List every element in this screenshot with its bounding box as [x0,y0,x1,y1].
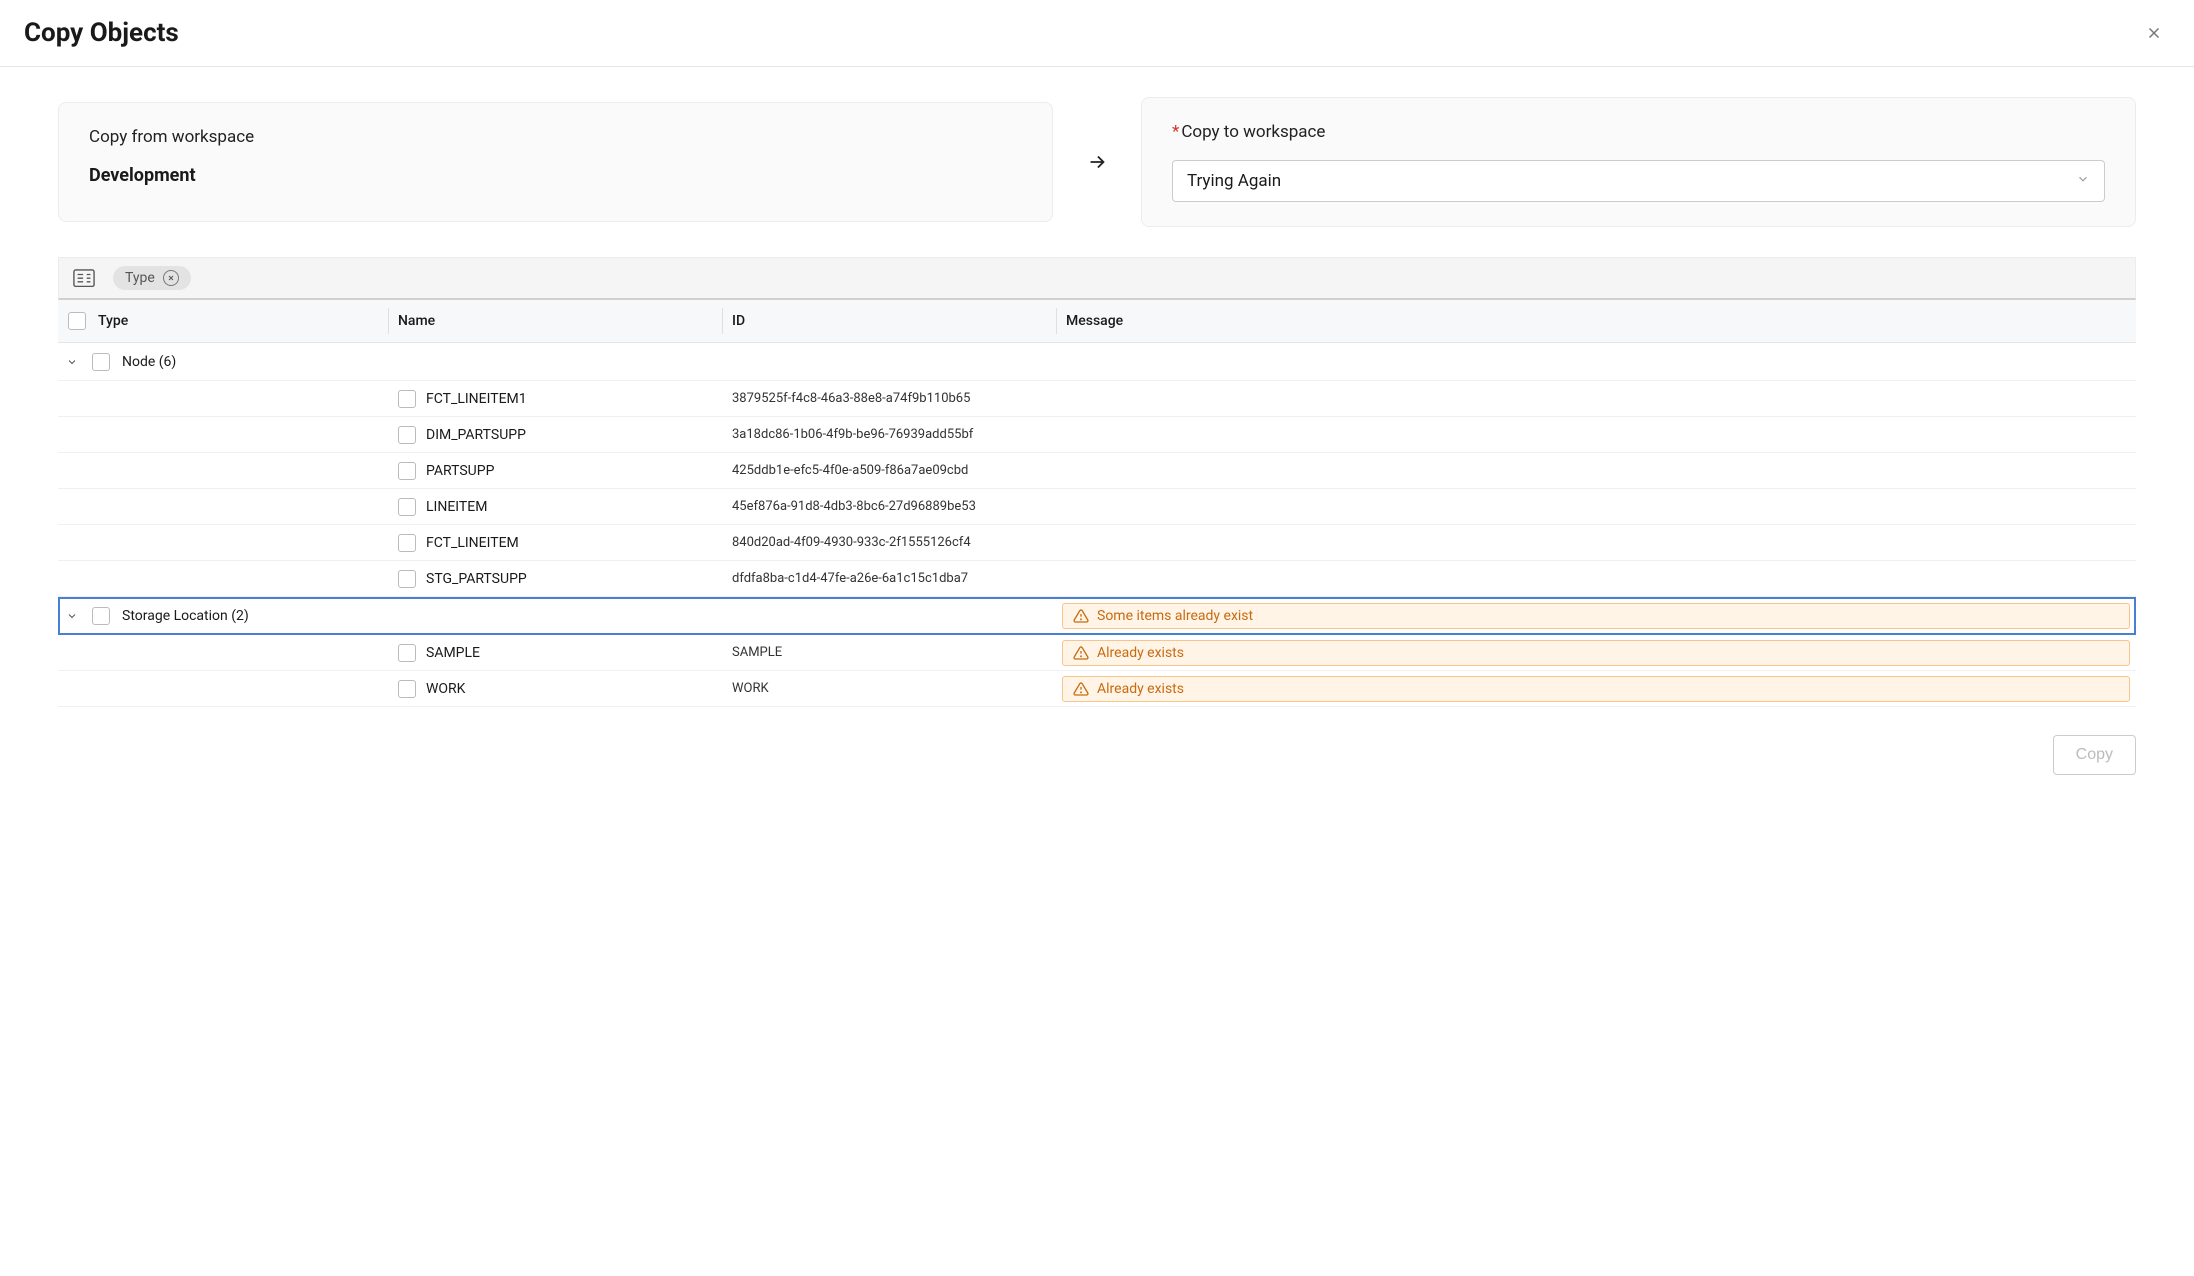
copy-to-panel: Copy to workspace Trying Again [1141,97,2136,227]
warning-text: Some items already exist [1097,608,1253,624]
dialog-body: Copy from workspace Development Copy to … [0,67,2194,707]
close-button[interactable] [2142,21,2166,45]
dialog-header: Copy Objects [0,0,2194,67]
row-name: DIM_PARTSUPP [426,427,526,443]
row-name-cell: LINEITEM [388,492,722,522]
group-type-cell: Node (6) [58,345,388,379]
select-all-checkbox[interactable] [68,312,86,330]
row-checkbox[interactable] [398,534,416,552]
copy-to-label: Copy to workspace [1172,122,2105,142]
row-id: 3a18dc86-1b06-4f9b-be96-76939add55bf [722,421,1056,448]
table-row: PARTSUPP 425ddb1e-efc5-4f0e-a509-f86a7ae0… [58,453,2136,489]
column-message: Message [1056,300,2136,342]
row-name: STG_PARTSUPP [426,571,527,587]
table-header: Type Name ID Message [58,300,2136,343]
table-row: SAMPLE SAMPLE Already exists [58,635,2136,671]
row-message-cell [1056,539,2136,547]
row-id: 425ddb1e-efc5-4f0e-a509-f86a7ae09cbd [722,457,1056,484]
row-name: FCT_LINEITEM [426,535,519,551]
warning-text: Already exists [1097,645,1184,661]
row-checkbox[interactable] [398,426,416,444]
row-message-cell [1056,467,2136,475]
row-checkbox[interactable] [398,644,416,662]
warning-badge: Already exists [1062,640,2130,666]
row-message-cell: Already exists [1056,636,2136,670]
chevron-down-icon [2076,171,2090,191]
filter-chip-remove[interactable] [163,270,179,286]
group-row[interactable]: Node (6) [58,343,2136,381]
arrow-icon [1077,151,1117,173]
row-name-cell: FCT_LINEITEM [388,528,722,558]
table-body: Node (6) FCT_LINEITEM1 3879525f-f4c8-46a3-… [58,343,2136,707]
group-message-cell: Some items already exist [1056,599,2136,633]
close-icon [2145,24,2163,42]
table-row: LINEITEM 45ef876a-91d8-4db3-8bc6-27d96889… [58,489,2136,525]
row-name: LINEITEM [426,499,487,515]
row-name-cell: PARTSUPP [388,456,722,486]
expand-caret-icon[interactable] [64,608,80,624]
row-checkbox[interactable] [398,462,416,480]
row-message-cell [1056,503,2136,511]
row-message-cell [1056,395,2136,403]
group-row[interactable]: Storage Location (2) Some items already e… [58,597,2136,635]
row-id: 45ef876a-91d8-4db3-8bc6-27d96889be53 [722,493,1056,520]
row-checkbox[interactable] [398,570,416,588]
warning-badge: Already exists [1062,676,2130,702]
row-name: WORK [426,681,465,697]
expand-caret-icon[interactable] [64,354,80,370]
workspace-row: Copy from workspace Development Copy to … [58,97,2136,227]
row-name-cell: STG_PARTSUPP [388,564,722,594]
copy-button[interactable]: Copy [2053,735,2136,775]
filter-list-icon[interactable] [73,269,95,287]
row-id: 3879525f-f4c8-46a3-88e8-a74f9b110b65 [722,385,1056,412]
row-id: SAMPLE [722,639,1056,666]
filter-chip-type[interactable]: Type [113,266,191,290]
row-name: PARTSUPP [426,463,494,479]
column-type-label: Type [98,313,128,329]
row-id: 840d20ad-4f09-4930-933c-2f1555126cf4 [722,529,1056,556]
copy-from-label: Copy from workspace [89,127,1022,147]
filter-bar: Type [58,257,2136,300]
table-row: FCT_LINEITEM 840d20ad-4f09-4930-933c-2f15… [58,525,2136,561]
warning-text: Already exists [1097,681,1184,697]
row-id: WORK [722,675,1056,702]
group-message-cell [1056,358,2136,366]
row-message-cell: Already exists [1056,672,2136,706]
row-name: FCT_LINEITEM1 [426,391,527,407]
table-row: WORK WORK Already exists [58,671,2136,707]
warning-badge: Some items already exist [1062,603,2130,629]
row-checkbox[interactable] [398,390,416,408]
filter-chip-label: Type [125,270,155,286]
row-name-cell: WORK [388,674,722,704]
dialog-title: Copy Objects [24,18,179,48]
row-message-cell [1056,575,2136,583]
table-row: DIM_PARTSUPP 3a18dc86-1b06-4f9b-be96-7693… [58,417,2136,453]
table-row: STG_PARTSUPP dfdfa8ba-c1d4-47fe-a26e-6a1c… [58,561,2136,597]
row-name-cell: DIM_PARTSUPP [388,420,722,450]
column-name: Name [388,300,722,342]
row-name-cell: SAMPLE [388,638,722,668]
copy-to-select[interactable]: Trying Again [1172,160,2105,202]
row-name: SAMPLE [426,645,480,661]
column-id: ID [722,300,1056,342]
copy-to-select-value: Trying Again [1187,171,1281,191]
row-checkbox[interactable] [398,498,416,516]
row-checkbox[interactable] [398,680,416,698]
group-type-cell: Storage Location (2) [58,599,388,633]
row-id: dfdfa8ba-c1d4-47fe-a26e-6a1c15c1dba7 [722,565,1056,592]
group-label: Storage Location (2) [122,608,249,624]
row-name-cell: FCT_LINEITEM1 [388,384,722,414]
group-label: Node (6) [122,354,176,370]
row-message-cell [1056,431,2136,439]
dialog-footer: Copy [0,707,2194,809]
copy-from-panel: Copy from workspace Development [58,102,1053,222]
column-type: Type [58,300,388,342]
copy-from-value: Development [89,165,1022,186]
table-row: FCT_LINEITEM1 3879525f-f4c8-46a3-88e8-a74… [58,381,2136,417]
group-checkbox[interactable] [92,353,110,371]
group-checkbox[interactable] [92,607,110,625]
